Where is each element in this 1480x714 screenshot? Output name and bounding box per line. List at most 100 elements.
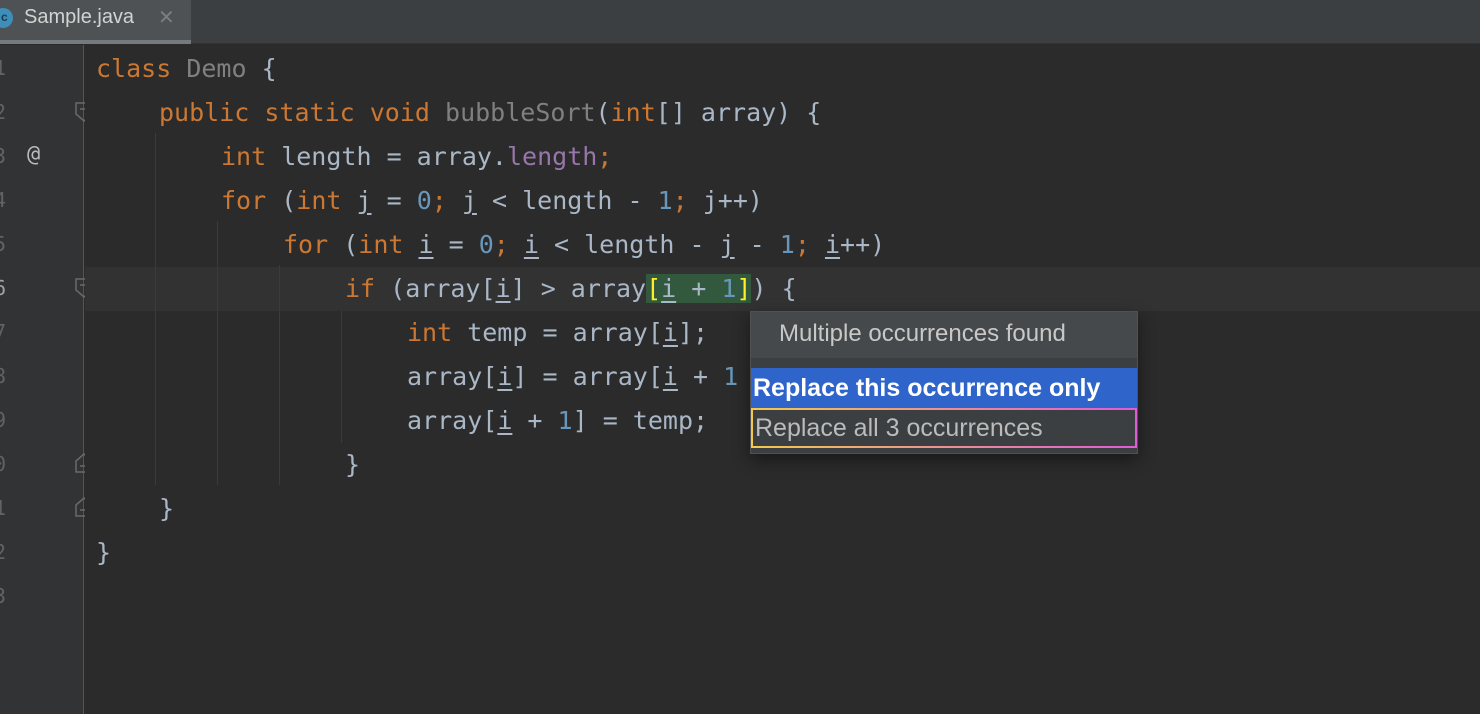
code-text: ( <box>328 230 359 259</box>
closing-brace: } <box>345 450 361 479</box>
java-class-icon-letter: c <box>1 10 8 24</box>
code-text: ( <box>266 186 297 215</box>
code-text: + <box>512 406 558 435</box>
line-number: 7 <box>0 320 7 344</box>
number: 1 <box>723 362 739 391</box>
code-text: + <box>676 274 722 303</box>
closing-brace: } <box>96 538 112 567</box>
tab-sample-java[interactable]: c Sample.java ✕ <box>0 0 191 44</box>
code-text: ( <box>595 98 611 127</box>
code-text: (array[ <box>375 274 496 303</box>
indent-guide <box>279 265 280 485</box>
code-line-5: for (int i = 0; i < length - j - 1; i++) <box>283 223 885 267</box>
variable: i <box>661 274 677 303</box>
code-text: = <box>371 186 417 215</box>
line-number: 1 <box>0 496 7 520</box>
code-line-7: int temp = array[i]; <box>407 311 708 355</box>
indent-guide <box>217 221 218 485</box>
keyword: int <box>221 142 267 171</box>
code-line-1: class Demo { <box>96 47 277 91</box>
variable: i <box>824 230 841 259</box>
variable: i <box>523 230 539 259</box>
code-line-9: array[i + 1] = temp; <box>407 399 708 443</box>
semicolon: ; <box>672 186 703 215</box>
code-text: + <box>677 362 724 391</box>
line-number: 2 <box>0 100 7 124</box>
line-number: 9 <box>0 408 7 432</box>
code-text: [] array) { <box>655 98 822 127</box>
variable: j <box>719 230 735 259</box>
semicolon: ; <box>431 186 462 215</box>
closing-brace: } <box>159 494 175 523</box>
popup-title-bar: Multiple occurrences found <box>751 312 1137 358</box>
keyword: int <box>407 318 453 347</box>
number: 0 <box>478 230 494 259</box>
line-number: 4 <box>0 188 7 212</box>
code-line-4: for (int j = 0; j < length - 1; j++) <box>221 179 763 223</box>
code-text: ) { <box>751 274 797 303</box>
code-line-12: } <box>96 531 111 575</box>
line-number: 3 <box>0 144 7 168</box>
code-text: - <box>734 230 780 259</box>
number: 1 <box>779 230 795 259</box>
keyword: static <box>264 98 355 127</box>
line-number: 3 <box>0 584 7 608</box>
variable: j <box>461 186 477 215</box>
editor-gutter: 1 2 3 4 5 6 7 8 9 0 1 2 3 @ <box>0 45 93 714</box>
code-line-10: } <box>345 443 360 487</box>
keyword: for <box>283 230 329 259</box>
code-line-6: if (array[i] > array[i + 1]) { <box>345 267 797 311</box>
keyword: public <box>159 98 250 127</box>
variable: j <box>356 186 372 215</box>
number: 1 <box>721 274 737 303</box>
variable: j <box>702 186 718 215</box>
code-line-8: array[i] = array[i + 1 <box>407 355 738 399</box>
java-class-icon: c <box>0 8 13 28</box>
variable: i <box>495 274 511 303</box>
occurrences-popup: Multiple occurrences found Replace this … <box>750 311 1138 454</box>
keyword: for <box>221 186 267 215</box>
close-icon[interactable]: ✕ <box>158 5 175 30</box>
variable: i <box>662 362 678 391</box>
keyword: int <box>296 186 342 215</box>
number: 1 <box>557 406 573 435</box>
selected-expression: [i + 1] <box>646 274 752 303</box>
code-line-11: } <box>159 487 174 531</box>
replace-this-occurrence-option[interactable]: Replace this occurrence only <box>751 368 1137 408</box>
code-text: array[ <box>407 406 498 435</box>
number: 0 <box>416 186 432 215</box>
line-number: 1 <box>0 56 7 80</box>
line-number: 2 <box>0 540 7 564</box>
override-annotation-icon[interactable]: @ <box>27 142 40 167</box>
keyword: if <box>345 274 376 303</box>
code-text: ++) <box>840 230 886 259</box>
indent-guide <box>341 311 342 443</box>
code-text: array[ <box>407 362 498 391</box>
keyword: class <box>96 54 172 83</box>
number: 1 <box>657 186 673 215</box>
replace-all-occurrences-option[interactable]: Replace all 3 occurrences <box>751 408 1137 448</box>
variable: i <box>662 318 678 347</box>
code-text: length = array. <box>266 142 507 171</box>
popup-title: Multiple occurrences found <box>779 320 1066 347</box>
method-name: bubbleSort <box>445 98 596 127</box>
code-text: temp = array[ <box>452 318 663 347</box>
variable: i <box>497 406 513 435</box>
code-text: { <box>246 54 277 83</box>
keyword: int <box>610 98 656 127</box>
semicolon: ; <box>493 230 524 259</box>
semicolon: ; <box>794 230 825 259</box>
semicolon: ; <box>597 142 613 171</box>
bracket-match: ] <box>736 274 752 303</box>
code-text: ] = array[ <box>512 362 663 391</box>
class-name: Demo <box>186 54 247 83</box>
code-line-2: public static void bubbleSort(int[] arra… <box>159 91 821 135</box>
variable: i <box>418 230 434 259</box>
line-number: 8 <box>0 364 7 388</box>
line-number: 6 <box>0 276 7 300</box>
line-number: 5 <box>0 232 7 256</box>
variable: i <box>497 362 513 391</box>
